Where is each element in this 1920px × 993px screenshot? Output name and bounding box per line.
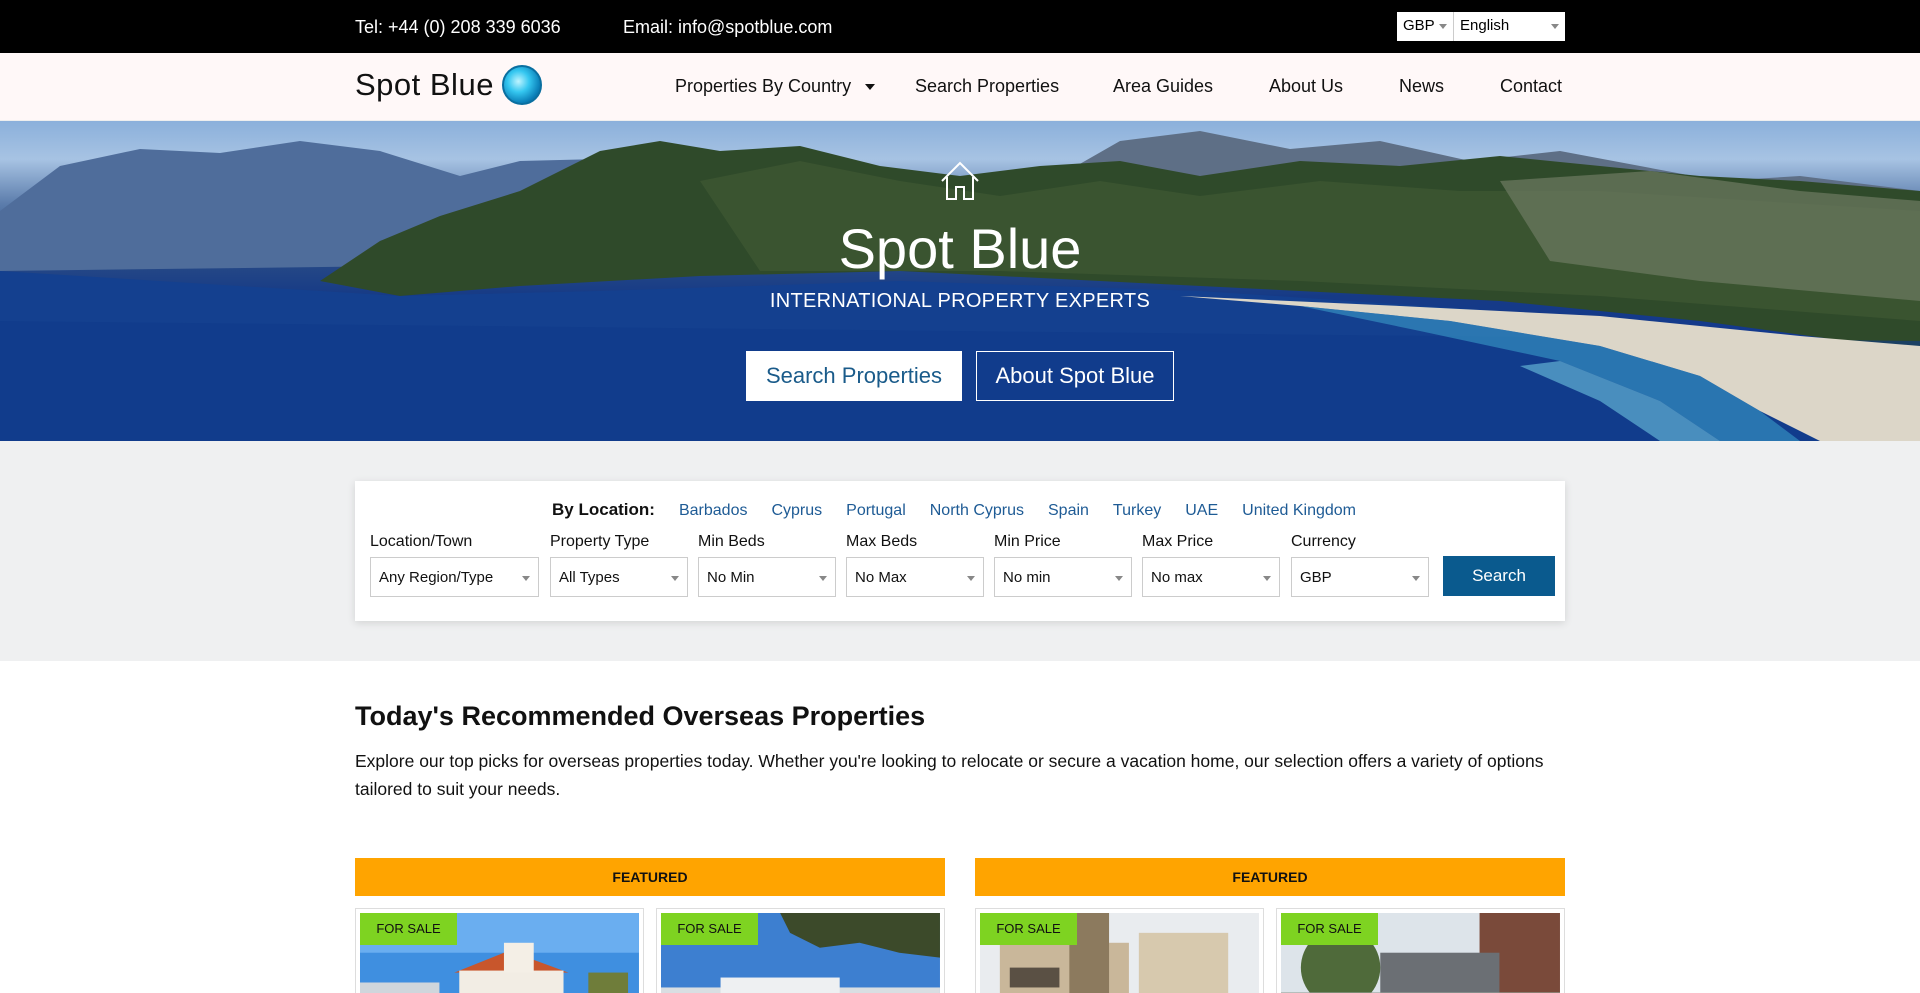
search-properties-button[interactable]: Search Properties: [746, 351, 962, 401]
field-label: Min Beds: [698, 533, 765, 550]
for-sale-badge: FOR SALE: [980, 913, 1077, 945]
field-label: Currency: [1291, 533, 1356, 550]
chevron-down-icon: [1263, 576, 1271, 581]
field-label: Location/Town: [370, 533, 473, 550]
featured-banner: FEATURED: [355, 858, 945, 896]
min-price-select[interactable]: No min: [994, 557, 1132, 597]
chevron-down-icon: [671, 576, 679, 581]
select-value: Any Region/Type: [379, 569, 494, 586]
search-card: By Location: Barbados Cyprus Portugal No…: [355, 481, 1565, 621]
location-select[interactable]: Any Region/Type: [370, 557, 539, 597]
currency-field: Currency GBP: [1291, 533, 1429, 597]
property-card[interactable]: FOR SALE: [975, 908, 1264, 993]
min-beds-select[interactable]: No Min: [698, 557, 836, 597]
property-type-select[interactable]: All Types: [550, 557, 688, 597]
location-link-north-cyprus[interactable]: North Cyprus: [930, 502, 1024, 520]
min-price-field: Min Price No min: [994, 533, 1132, 597]
location-links: By Location: Barbados Cyprus Portugal No…: [355, 500, 1565, 520]
location-link-uae[interactable]: UAE: [1185, 502, 1218, 520]
caret-down-icon: [865, 84, 876, 91]
property-type-field: Property Type All Types: [550, 533, 688, 597]
home-icon: [941, 161, 979, 200]
field-label: Property Type: [550, 533, 650, 550]
property-card[interactable]: FOR SALE: [355, 908, 644, 993]
chevron-down-icon: [1115, 576, 1123, 581]
hero-banner: Spot Blue INTERNATIONAL PROPERTY EXPERTS…: [0, 121, 1920, 441]
language-value: English: [1460, 17, 1510, 34]
main-nav: Spot Blue Properties By Country Search P…: [0, 53, 1920, 121]
currency-value: GBP: [1403, 17, 1435, 34]
search-button[interactable]: Search: [1443, 556, 1555, 596]
nav-label: Properties By Country: [675, 76, 852, 96]
chevron-down-icon: [522, 576, 530, 581]
field-label: Min Price: [994, 533, 1061, 550]
select-value: All Types: [559, 569, 620, 586]
property-card[interactable]: FOR SALE: [1276, 908, 1565, 993]
currency-select[interactable]: GBP: [1397, 12, 1454, 41]
by-location-label: By Location:: [552, 500, 655, 519]
search-section: By Location: Barbados Cyprus Portugal No…: [0, 441, 1920, 661]
chevron-down-icon: [1439, 24, 1447, 29]
currency-select-search[interactable]: GBP: [1291, 557, 1429, 597]
nav-news[interactable]: News: [1399, 76, 1444, 97]
select-value: No max: [1151, 569, 1203, 586]
top-bar: Tel: +44 (0) 208 339 6036 Email: info@sp…: [0, 0, 1920, 53]
globe-logo-icon: [501, 65, 542, 105]
email-link[interactable]: Email: info@spotblue.com: [623, 17, 832, 38]
section-description: Explore our top picks for overseas prope…: [355, 751, 1544, 799]
min-beds-field: Min Beds No Min: [698, 533, 836, 597]
select-value: GBP: [1300, 569, 1332, 586]
top-selectors: GBP English: [1397, 12, 1565, 41]
chevron-down-icon: [1412, 576, 1420, 581]
for-sale-badge: FOR SALE: [360, 913, 457, 945]
phone-link[interactable]: Tel: +44 (0) 208 339 6036: [355, 17, 561, 38]
nav-area-guides[interactable]: Area Guides: [1113, 76, 1213, 97]
chevron-down-icon: [967, 576, 975, 581]
max-beds-field: Max Beds No Max: [846, 533, 984, 597]
nav-properties-by-country[interactable]: Properties By Country: [675, 76, 876, 97]
select-value: No Min: [707, 569, 755, 586]
max-price-select[interactable]: No max: [1142, 557, 1280, 597]
logo-text: Spot Blue: [355, 67, 494, 102]
select-value: No min: [1003, 569, 1051, 586]
location-link-barbados[interactable]: Barbados: [679, 502, 748, 520]
chevron-down-icon: [819, 576, 827, 581]
section-title: Today's Recommended Overseas Properties: [355, 701, 926, 731]
nav-about-us[interactable]: About Us: [1269, 76, 1343, 97]
for-sale-badge: FOR SALE: [1281, 913, 1378, 945]
about-spot-blue-button[interactable]: About Spot Blue: [976, 351, 1174, 401]
location-link-united-kingdom[interactable]: United Kingdom: [1242, 502, 1356, 520]
location-link-spain[interactable]: Spain: [1048, 502, 1089, 520]
select-value: No Max: [855, 569, 907, 586]
chevron-down-icon: [1551, 24, 1559, 29]
max-price-field: Max Price No max: [1142, 533, 1280, 597]
hero-title: Spot Blue: [838, 217, 1082, 280]
location-link-portugal[interactable]: Portugal: [846, 502, 906, 520]
field-label: Max Beds: [846, 533, 918, 550]
property-card[interactable]: FOR SALE: [656, 908, 945, 993]
nav-contact[interactable]: Contact: [1500, 76, 1562, 97]
for-sale-badge: FOR SALE: [661, 913, 758, 945]
field-label: Max Price: [1142, 533, 1214, 550]
language-select[interactable]: English: [1454, 12, 1565, 41]
location-field: Location/Town Any Region/Type: [370, 533, 539, 597]
location-link-turkey[interactable]: Turkey: [1113, 502, 1161, 520]
featured-banner: FEATURED: [975, 858, 1565, 896]
location-link-cyprus[interactable]: Cyprus: [771, 502, 822, 520]
max-beds-select[interactable]: No Max: [846, 557, 984, 597]
site-logo[interactable]: Spot Blue: [355, 65, 542, 105]
hero-subtitle: INTERNATIONAL PROPERTY EXPERTS: [769, 290, 1151, 312]
nav-search-properties[interactable]: Search Properties: [915, 76, 1059, 97]
